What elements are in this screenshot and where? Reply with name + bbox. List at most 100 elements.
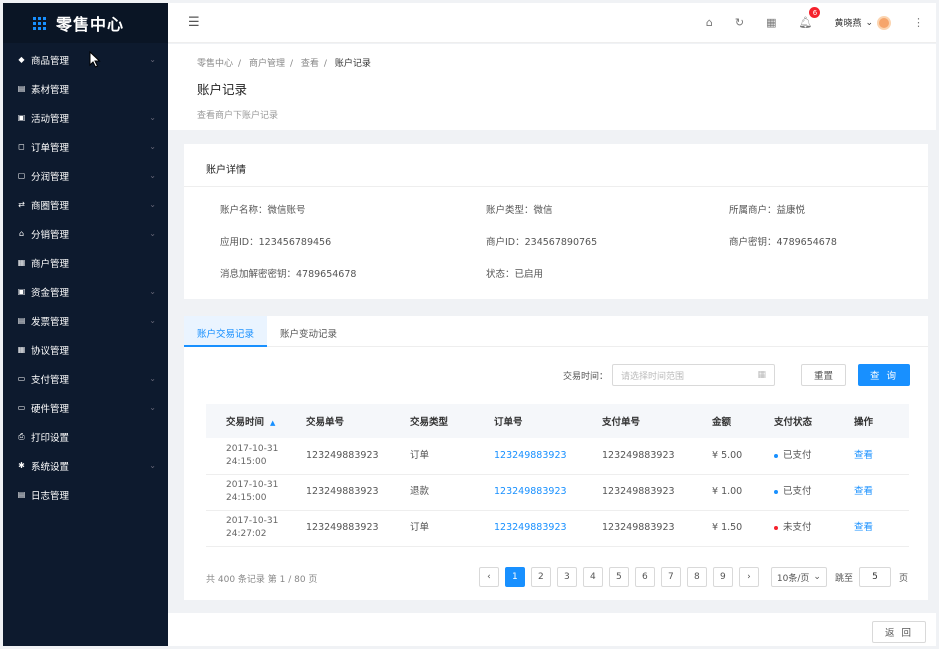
page-button[interactable]: 3 bbox=[556, 567, 577, 587]
page-header: 零售中心 / 商户管理 / 查看 / 账户记录 账户记录 查看商户下账户记录 bbox=[168, 44, 936, 130]
sidebar-item[interactable]: ▤ 素材管理 bbox=[3, 74, 168, 103]
status-dot bbox=[774, 453, 778, 458]
chevron-down-icon: ⌄ bbox=[149, 142, 156, 151]
page-button[interactable]: 2 bbox=[530, 567, 551, 587]
sidebar-item[interactable]: ▤ 日志管理 bbox=[3, 480, 168, 509]
page-button[interactable]: 8 bbox=[686, 567, 707, 587]
user-card-icon: ▦ bbox=[17, 258, 26, 267]
sidebar-item-label: 商户管理 bbox=[31, 258, 70, 270]
cell-type: 退款 bbox=[400, 474, 484, 511]
chevron-down-icon: ⌄ bbox=[149, 55, 156, 64]
sidebar-item[interactable]: ▢ 分润管理 ⌄ bbox=[3, 161, 168, 190]
page-button[interactable]: 5 bbox=[608, 567, 629, 587]
breadcrumb-item[interactable]: 零售中心 bbox=[197, 59, 233, 69]
cell-trade-no: 123249883923 bbox=[296, 510, 400, 547]
sidebar-item[interactable]: ▤ 发票管理 ⌄ bbox=[3, 306, 168, 335]
sidebar-item-label: 打印设置 bbox=[31, 432, 70, 444]
bookmark-icon: ◻ bbox=[18, 142, 25, 151]
avatar[interactable] bbox=[877, 15, 891, 30]
jump-page-input[interactable]: 5 bbox=[858, 567, 891, 587]
device-icon: ▭ bbox=[17, 403, 26, 412]
page-button[interactable]: 7 bbox=[660, 567, 681, 587]
chevron-down-icon: ⌄ bbox=[149, 316, 156, 325]
card-title: 账户详情 bbox=[184, 144, 928, 187]
page-button[interactable]: 1 bbox=[504, 567, 525, 587]
status-text: 未支付 bbox=[783, 522, 812, 534]
page-title: 账户记录 bbox=[197, 82, 248, 97]
sort-icon[interactable]: ▲ bbox=[270, 419, 275, 427]
detail-status: 状态：已启用 bbox=[486, 269, 544, 280]
top-bar: ☰ ⌂ ↻ ▦ 🔔︎ 6 黄晓燕 ⌄ ⋮ bbox=[168, 3, 936, 43]
table-row: 2017-10-31 24:15:00 123249883923 退款 12324988… bbox=[206, 474, 909, 511]
cell-type: 订单 bbox=[400, 438, 484, 475]
sidebar-item[interactable]: ▦ 协议管理 bbox=[3, 335, 168, 364]
next-page-button[interactable]: › bbox=[738, 567, 759, 587]
view-link[interactable]: 查看 bbox=[854, 522, 873, 533]
chevron-down-icon: ⌄ bbox=[149, 374, 156, 383]
sidebar-item[interactable]: ⇄ 商圈管理 ⌄ bbox=[3, 190, 168, 219]
breadcrumb-item[interactable]: 查看 bbox=[301, 59, 319, 69]
tag-icon: ◆ bbox=[18, 55, 25, 64]
date-range-input[interactable]: 请选择时间范围 ▦ bbox=[611, 364, 775, 386]
sidebar-item-label: 分销管理 bbox=[31, 229, 70, 241]
sidebar-item[interactable]: ◆ 商品管理 ⌄ bbox=[3, 45, 168, 74]
cell-order-no: 123249883923 bbox=[484, 438, 592, 475]
prev-page-button[interactable]: ‹ bbox=[478, 567, 499, 587]
printer-icon: ⎙ bbox=[18, 431, 25, 441]
notification-bell-icon[interactable]: 🔔︎ 6 bbox=[798, 7, 821, 29]
sidebar-item[interactable]: ✱ 系统设置 ⌄ bbox=[3, 451, 168, 480]
sidebar-item[interactable]: ⌂ 分销管理 ⌄ bbox=[3, 219, 168, 248]
col-header-order-no: 订单号 bbox=[484, 404, 592, 438]
user-menu[interactable]: 黄晓燕 ⌄ bbox=[834, 15, 891, 30]
tab-change-records[interactable]: 账户变动记录 bbox=[267, 316, 350, 347]
cell-amount: ¥ 5.00 bbox=[702, 438, 764, 475]
detail-app-id: 应用ID：123456789456 bbox=[220, 237, 332, 248]
view-link[interactable]: 查看 bbox=[854, 486, 873, 497]
reset-button[interactable]: 重置 bbox=[800, 364, 846, 386]
col-header-time[interactable]: 交易时间 ▲ bbox=[206, 404, 296, 438]
menu-toggle-icon[interactable]: ☰ bbox=[188, 15, 200, 30]
apps-grid-icon[interactable]: ▦ bbox=[766, 16, 776, 29]
sidebar-item[interactable]: ▭ 支付管理 ⌄ bbox=[3, 364, 168, 393]
page-button[interactable]: 9 bbox=[712, 567, 733, 587]
sidebar-item[interactable]: ▣ 资金管理 ⌄ bbox=[3, 277, 168, 306]
mouse-cursor-icon bbox=[89, 51, 101, 68]
notification-badge: 6 bbox=[809, 7, 821, 18]
cell-action: 查看 bbox=[844, 510, 909, 547]
sidebar-item[interactable]: ▣ 活动管理 ⌄ bbox=[3, 103, 168, 132]
query-button[interactable]: 查 询 bbox=[857, 364, 910, 386]
filter-bar: 交易时间： 请选择时间范围 ▦ 重置 查 询 bbox=[563, 364, 910, 386]
more-vertical-icon[interactable]: ⋮ bbox=[913, 16, 924, 29]
tab-transaction-records[interactable]: 账户交易记录 bbox=[184, 316, 268, 347]
col-header-status: 支付状态 bbox=[764, 404, 844, 438]
status-dot bbox=[774, 489, 778, 494]
page-size-select[interactable]: 10条/页 ⌄ bbox=[770, 567, 827, 587]
sidebar-item[interactable]: ▦ 商户管理 bbox=[3, 248, 168, 277]
page-button[interactable]: 4 bbox=[582, 567, 603, 587]
status-dot bbox=[774, 525, 778, 530]
home-icon[interactable]: ⌂ bbox=[706, 16, 713, 29]
box-icon: ▢ bbox=[17, 171, 26, 180]
sidebar-item[interactable]: ◻ 订单管理 ⌄ bbox=[3, 132, 168, 161]
breadcrumb-item[interactable]: 商户管理 bbox=[249, 59, 285, 69]
tab-bar: 账户交易记录 账户变动记录 bbox=[184, 316, 928, 347]
col-header-amount: 金额 bbox=[702, 404, 764, 438]
view-link[interactable]: 查看 bbox=[854, 450, 873, 461]
page-unit-label: 页 bbox=[898, 573, 908, 584]
calendar-icon: ▣ bbox=[17, 113, 26, 122]
invoice-icon: ▤ bbox=[17, 316, 26, 325]
refresh-icon[interactable]: ↻ bbox=[735, 16, 744, 29]
detail-account-type: 账户类型：微信 bbox=[486, 205, 553, 216]
order-no-link[interactable]: 123249883923 bbox=[494, 450, 567, 461]
chevron-down-icon: ⌄ bbox=[149, 200, 156, 209]
account-detail-card: 账户详情 账户名称：微信账号 账户类型：微信 所属商户：益康悦 应用ID：123… bbox=[184, 144, 928, 299]
transaction-table: 交易时间 ▲ 交易单号 交易类型 订单号 支付单号 金额 支付状态 操作 2017… bbox=[206, 404, 909, 547]
order-no-link[interactable]: 123249883923 bbox=[494, 486, 567, 497]
sidebar-item[interactable]: ▭ 硬件管理 ⌄ bbox=[3, 393, 168, 422]
app-logo[interactable]: 零售中心 bbox=[3, 3, 168, 43]
sidebar-item[interactable]: ⎙ 打印设置 bbox=[3, 422, 168, 451]
order-no-link[interactable]: 123249883923 bbox=[494, 522, 567, 533]
page-button[interactable]: 6 bbox=[634, 567, 655, 587]
sidebar-item-label: 日志管理 bbox=[31, 490, 70, 502]
back-button[interactable]: 返 回 bbox=[871, 621, 926, 643]
